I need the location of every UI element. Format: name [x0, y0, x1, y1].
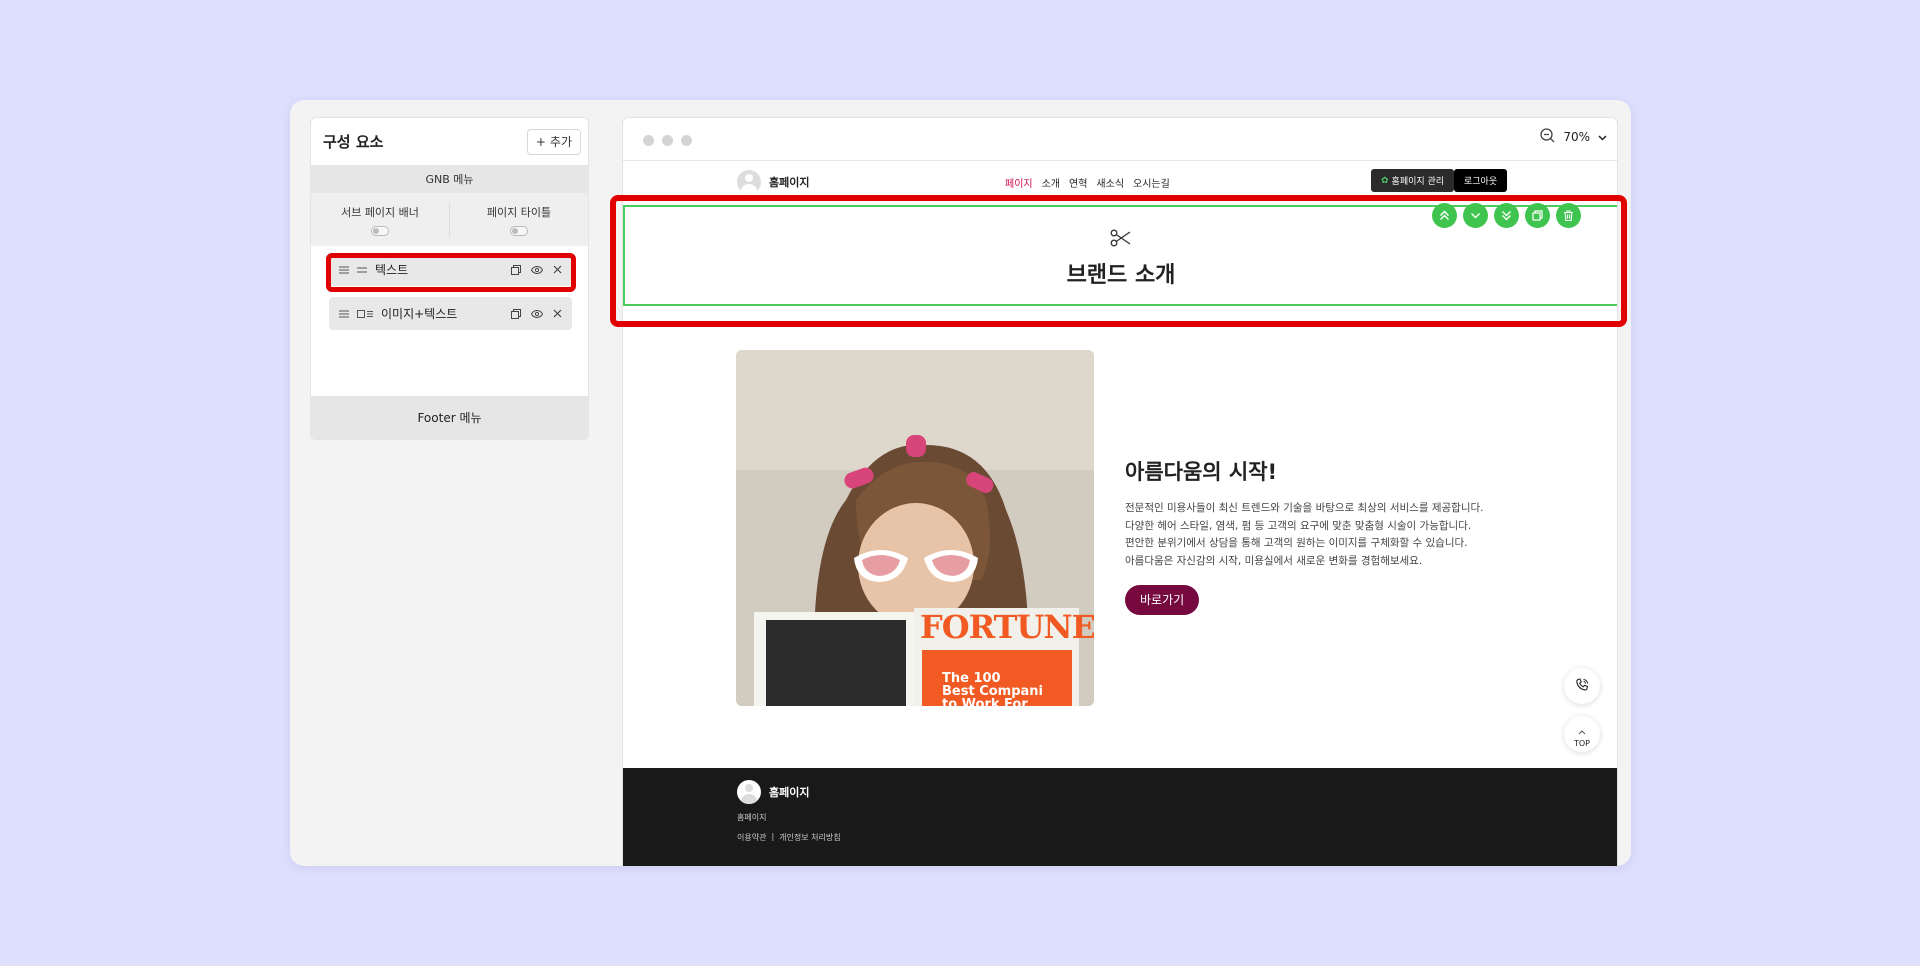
delete-section-button[interactable]: [1556, 203, 1581, 228]
move-bottom-button[interactable]: [1494, 203, 1519, 228]
magazine-title: FORTUNE: [920, 608, 1094, 646]
eye-icon[interactable]: [531, 265, 543, 274]
preview-pane: 70% 홈페이지 페이지 소개 연혁 새소식 오시는길 ✿ 홈페이지 관리 로그…: [622, 117, 1618, 866]
site-logo[interactable]: 홈페이지: [737, 170, 809, 194]
scroll-top-button[interactable]: TOP: [1564, 716, 1600, 752]
page-title-label: 페이지 타이틀: [486, 205, 552, 219]
banner-title: 브랜드 소개: [1066, 263, 1176, 288]
editor-window: 구성 요소 + 추가 GNB 메뉴 서브 페이지 배너 페이지 타이틀 텍스트 …: [290, 100, 1631, 866]
phone-button[interactable]: [1564, 668, 1600, 704]
item-actions: [511, 308, 562, 319]
magazine-cover-line: to Work For: [942, 697, 1028, 706]
phone-icon: [1575, 677, 1589, 696]
window-dot: [643, 135, 654, 146]
image-text-block-icon: [357, 309, 373, 318]
avatar: [737, 780, 761, 804]
manage-homepage-button[interactable]: ✿ 홈페이지 관리: [1371, 169, 1455, 192]
site-name: 홈페이지: [769, 176, 810, 189]
zoom-control[interactable]: 70%: [1540, 128, 1607, 146]
component-item-text[interactable]: 텍스트: [329, 253, 572, 286]
component-label: 이미지+텍스트: [381, 307, 458, 321]
site-nav: 페이지 소개 연혁 새소식 오시는길: [1005, 175, 1170, 197]
components-panel: 구성 요소 + 추가 GNB 메뉴 서브 페이지 배너 페이지 타이틀 텍스트 …: [310, 117, 589, 440]
go-button[interactable]: 바로가기: [1125, 585, 1200, 615]
item-actions: [511, 264, 562, 275]
avatar: [737, 170, 761, 194]
component-item-image-text[interactable]: 이미지+텍스트: [329, 297, 572, 330]
nav-item[interactable]: 새소식: [1096, 175, 1124, 190]
scissors-icon: [1110, 229, 1132, 251]
move-top-button[interactable]: [1432, 203, 1457, 228]
zoom-out-icon[interactable]: [1540, 128, 1555, 146]
separator: |: [771, 832, 775, 841]
nav-item[interactable]: 소개: [1042, 175, 1060, 190]
content-title: 아름다움의 시작!: [1125, 460, 1278, 484]
site-footer: 홈페이지 홈페이지 이용약관 | 개인정보 처리방침: [623, 768, 1617, 866]
logout-button[interactable]: 로그아웃: [1454, 169, 1508, 192]
duplicate-icon[interactable]: [511, 308, 521, 319]
footer-menu-row[interactable]: Footer 메뉴: [311, 396, 588, 439]
duplicate-section-button[interactable]: [1525, 203, 1550, 228]
desc-line: 다양한 헤어 스타일, 염색, 펌 등 고객의 요구에 맞춘 맞춤형 시술이 가…: [1125, 519, 1472, 532]
preview-topbar: 70%: [623, 118, 1617, 161]
sub-settings-row: 서브 페이지 배너 페이지 타이틀: [311, 193, 588, 246]
footer-links: 이용약관 | 개인정보 처리방침: [737, 832, 841, 843]
page-title-setting: 페이지 타이틀: [450, 204, 588, 236]
sub-banner-label: 서브 페이지 배너: [341, 205, 419, 219]
content-photo: FORTUNE The 100 Best Compani to Work For: [736, 350, 1094, 706]
gnb-menu-row[interactable]: GNB 메뉴: [311, 165, 588, 193]
plus-icon: +: [535, 134, 546, 149]
item-lead: 텍스트: [339, 261, 511, 278]
desc-line: 편안한 분위기에서 상담을 통해 고객의 원하는 이미지를 구체화할 수 있습니…: [1125, 537, 1468, 549]
nav-item[interactable]: 오시는길: [1133, 175, 1170, 190]
chevron-up-icon: [1578, 720, 1586, 739]
chevron-down-icon[interactable]: [1598, 130, 1607, 144]
drag-handle-icon[interactable]: [339, 310, 349, 318]
site-header: 홈페이지 페이지 소개 연혁 새소식 오시는길 ✿ 홈페이지 관리 로그아웃: [623, 161, 1617, 201]
text-block-icon: [357, 267, 367, 273]
section-controls: [1432, 203, 1581, 228]
desc-line: 아름다움은 자신감의 시작, 미용실에서 새로운 변화를 경험해보세요.: [1125, 554, 1423, 567]
magazine-cover-text: The 100 Best Compani to Work For: [942, 672, 1043, 706]
privacy-link[interactable]: 개인정보 처리방침: [779, 832, 840, 843]
panel-title: 구성 요소: [323, 133, 384, 151]
window-dot: [681, 135, 692, 146]
drag-handle-icon[interactable]: [339, 266, 349, 274]
terms-link[interactable]: 이용약관: [737, 832, 766, 843]
footer-logo[interactable]: 홈페이지: [737, 780, 809, 804]
zoom-level: 70%: [1563, 130, 1590, 144]
manage-label: 홈페이지 관리: [1391, 177, 1445, 187]
item-lead: 이미지+텍스트: [339, 305, 511, 322]
add-component-button[interactable]: + 추가: [526, 128, 581, 155]
close-icon[interactable]: [553, 309, 562, 318]
move-down-button[interactable]: [1463, 203, 1488, 228]
add-label: 추가: [549, 135, 572, 149]
footer-site-name: 홈페이지: [769, 786, 810, 799]
desc-line: 전문적인 미용사들이 최신 트렌드와 기술을 바탕으로 최상의 서비스를 제공합…: [1125, 502, 1484, 514]
duplicate-icon[interactable]: [511, 264, 521, 275]
gear-icon: ✿: [1381, 175, 1389, 186]
component-list: 텍스트 이미지+텍스트: [311, 246, 588, 396]
sub-banner-toggle[interactable]: [371, 225, 389, 236]
page-title-toggle[interactable]: [510, 225, 528, 236]
footer-company: 홈페이지: [737, 813, 767, 822]
close-icon[interactable]: [553, 265, 562, 274]
nav-item[interactable]: 페이지: [1005, 175, 1033, 197]
nav-item[interactable]: 연혁: [1069, 175, 1087, 190]
top-label: TOP: [1573, 739, 1590, 748]
component-label: 텍스트: [375, 263, 409, 277]
content-description: 전문적인 미용사들이 최신 트렌드와 기술을 바탕으로 최상의 서비스를 제공합…: [1125, 500, 1483, 570]
window-dot: [662, 135, 673, 146]
sub-banner-setting: 서브 페이지 배너: [311, 204, 449, 236]
panel-header: 구성 요소 + 추가: [311, 118, 588, 165]
eye-icon[interactable]: [531, 309, 543, 318]
content-info: 아름다움의 시작! 전문적인 미용사들이 최신 트렌드와 기술을 바탕으로 최상…: [1125, 456, 1483, 615]
